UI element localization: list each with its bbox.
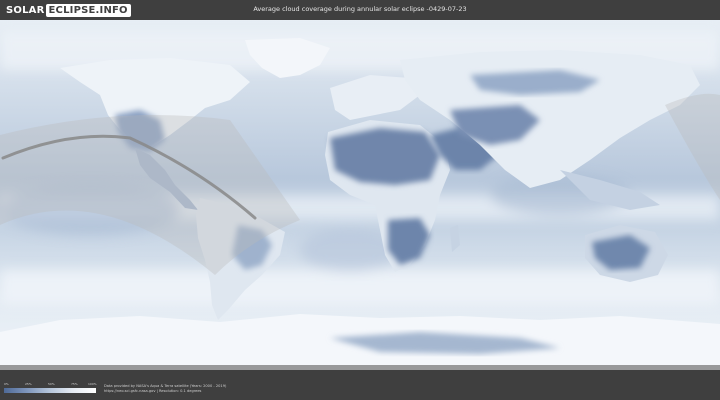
- header-bar: SOLAR ECLIPSE.INFO Average cloud coverag…: [0, 0, 720, 20]
- footer-bar: 0% 25% 50% 75% 100% Data provided by NAS…: [0, 370, 720, 400]
- legend-gradient-bar: [4, 388, 96, 393]
- legend-tick-50: 50%: [48, 382, 55, 386]
- legend-tick-100: 100%: [88, 382, 97, 386]
- credits-line-2: https://neo.sci.gsfc.nasa.gov | Resoluti…: [104, 389, 202, 393]
- cloud-coverage-map: [0, 20, 720, 370]
- world-map-svg: [0, 20, 720, 370]
- cloud-coverage-legend: 0% 25% 50% 75% 100%: [4, 382, 97, 393]
- data-credits: Data provided by NASA's Aqua & Terra sat…: [104, 384, 226, 394]
- legend-tick-0: 0%: [4, 382, 9, 386]
- legend-tick-25: 25%: [25, 382, 32, 386]
- legend-tick-75: 75%: [71, 382, 78, 386]
- page-title: Average cloud coverage during annular so…: [253, 5, 467, 13]
- legend-ticks: 0% 25% 50% 75% 100%: [4, 382, 97, 387]
